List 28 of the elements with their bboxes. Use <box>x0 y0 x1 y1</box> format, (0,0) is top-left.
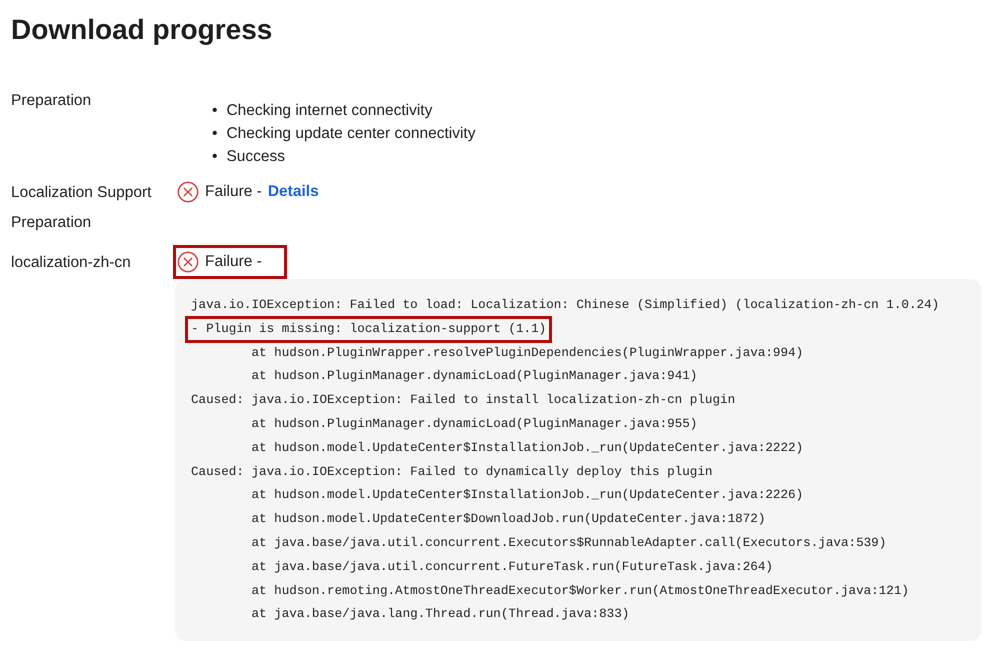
details-link[interactable]: Details <box>268 178 319 206</box>
error-icon <box>177 251 199 273</box>
stack-trace-line: Caused: java.io.IOException: Failed to install localization-zh-cn plugin <box>190 392 736 410</box>
stack-trace-line: at hudson.model.UpdateCenter$InstallationJob._run(UpdateCenter.java:2222) <box>250 440 804 457</box>
stack-trace-line: at hudson.model.UpdateCenter$InstallationJob._run(UpdateCenter.java:2226) <box>250 487 804 504</box>
stack-trace-line: Caused: java.io.IOException: Failed to dynamically deploy this plugin <box>190 464 714 481</box>
stack-trace-line: at hudson.remoting.AtmostOneThreadExecutor$Worker.run(AtmostOneThreadExecutor.java:121) <box>250 582 910 600</box>
stack-trace-line: at java.base/java.util.concurrent.Executors$RunnableAdapter.call(Executors.java:539) <box>250 534 888 552</box>
status-text: Failure - <box>205 182 262 202</box>
stack-trace-line: at hudson.PluginManager.dynamicLoad(PluginManager.java:955) <box>250 416 698 433</box>
stack-trace-line: at hudson.PluginManager.dynamicLoad(PluginManager.java:941) <box>250 368 698 386</box>
stack-trace-line: at java.base/java.util.concurrent.FutureTask.run(FutureTask.java:264) <box>250 558 774 576</box>
bullet: • <box>212 147 218 167</box>
stack-trace-line: java.io.IOException: Failed to load: Localization: Chinese (Simplified) (localization-zh-cn 1.0.24) <box>190 297 940 314</box>
stack-trace-line: at java.base/java.lang.Thread.run(Thread.java:833) <box>250 606 630 624</box>
error-icon <box>177 181 199 203</box>
stack-trace-line: at hudson.PluginWrapper.resolvePluginDependencies(PluginWrapper.java:994) <box>250 344 804 362</box>
status-text: Failure - <box>205 252 262 272</box>
bullet: • <box>212 101 218 121</box>
page-title: Download progress <box>11 13 274 47</box>
bullet: • <box>212 124 218 144</box>
step-item: Success <box>226 147 286 167</box>
stack-trace-line: at hudson.model.UpdateCenter$DownloadJob.run(UpdateCenter.java:1872) <box>250 511 766 528</box>
row-label: localization-zh-cn <box>11 253 132 273</box>
step-item: Checking internet connectivity <box>226 101 432 121</box>
row-label: Localization Support Preparation <box>11 183 152 233</box>
row-label: Preparation <box>11 91 92 111</box>
step-item: Checking update center connectivity <box>226 124 476 144</box>
